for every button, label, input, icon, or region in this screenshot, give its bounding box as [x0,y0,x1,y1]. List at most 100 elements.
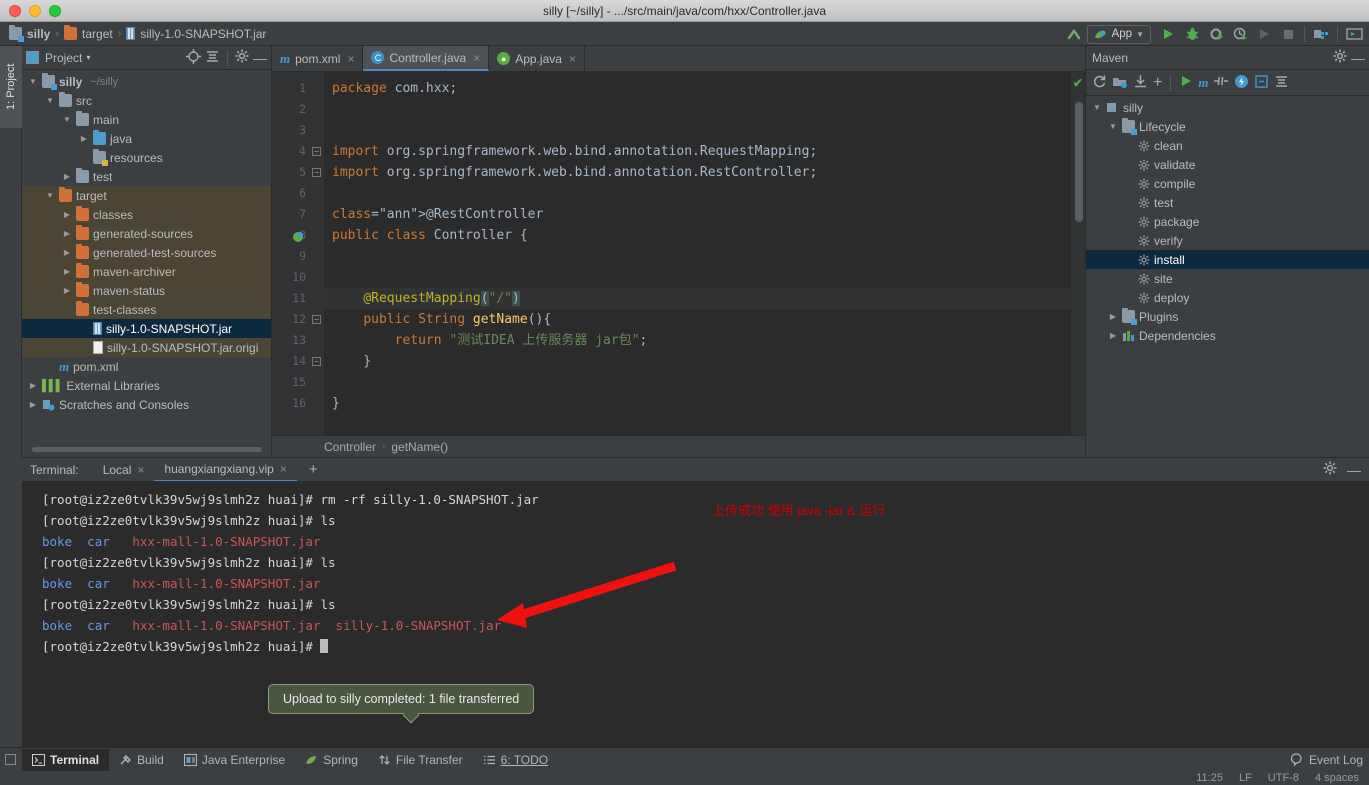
tree-expand-arrow-icon[interactable]: ▶ [62,286,72,295]
profile-button[interactable] [1229,24,1251,44]
maven-tree-item[interactable]: ▶compile [1086,174,1369,193]
collapse-all-icon[interactable] [205,49,220,67]
editor-code-line[interactable]: public class Controller { [324,225,1071,246]
tree-expand-arrow-icon[interactable]: ▶ [28,400,38,409]
status-indent[interactable]: 4 spaces [1315,772,1359,784]
code-fold-icon[interactable]: − [312,315,321,324]
scroll-from-source-icon[interactable] [186,48,201,67]
collapse-all-icon[interactable] [1274,74,1289,92]
tree-expand-arrow-icon[interactable]: ▶ [62,229,72,238]
editor-gutter[interactable]: 1 2 3 4−5− 6 7 8 9 10 11 12− 13 14− 15 16 [272,72,324,435]
terminal-tab-remote[interactable]: huangxiangxiang.vip × [154,458,297,482]
add-maven-project-icon[interactable] [1112,74,1128,92]
breadcrumb-method[interactable]: getName() [391,440,448,454]
gear-icon[interactable] [1333,49,1347,66]
tree-expand-arrow-icon[interactable]: ▼ [62,115,72,124]
tree-expand-arrow-icon[interactable]: ▶ [28,381,38,390]
project-tree-item[interactable]: ▶test-classes [22,300,271,319]
run-with-coverage-button[interactable] [1205,24,1227,44]
gear-icon[interactable] [1323,461,1337,478]
execute-maven-goal-icon[interactable] [1234,74,1249,92]
maven-tree-item[interactable]: ▶deploy [1086,288,1369,307]
editor-code[interactable]: package com.hxx; import org.springframewo… [324,72,1071,435]
plus-icon[interactable]: + [1153,74,1162,90]
maven-tree-item[interactable]: ▶clean [1086,136,1369,155]
expand-icon[interactable] [1254,74,1269,92]
project-tree-item[interactable]: ▶ maven-status [22,281,271,300]
collapse-toolbar-icon[interactable] [1063,24,1085,44]
maven-tree[interactable]: ▼msilly▼Lifecycle▶clean▶validate▶compile… [1086,96,1369,457]
project-horizontal-scrollbar[interactable] [32,447,267,455]
project-tree-item[interactable]: ▶resources [22,148,271,167]
editor-tab-bar[interactable]: m pom.xml × C Controller.java × ● App.java × [272,46,1085,72]
maven-tree-item[interactable]: ▶validate [1086,155,1369,174]
editor-code-line[interactable]: package com.hxx; [324,78,1071,99]
editor-code-line[interactable] [324,372,1071,393]
stop-button[interactable] [1277,24,1299,44]
editor-code-line[interactable]: class="ann">@RestController [324,204,1071,225]
code-fold-icon[interactable]: − [312,168,321,177]
editor-code-line[interactable] [324,120,1071,141]
close-icon[interactable]: × [473,51,480,65]
tree-expand-arrow-icon[interactable]: ▶ [62,248,72,257]
project-tree-item[interactable]: ▶silly-1.0-SNAPSHOT.jar.origi [22,338,271,357]
maven-tree-item[interactable]: ▼ Lifecycle [1086,117,1369,136]
editor-breadcrumbs[interactable]: Controller › getName() [272,435,1085,457]
project-tree-item[interactable]: ▶ ▌▌▌ External Libraries [22,376,271,395]
tree-expand-arrow-icon[interactable]: ▶ [79,134,89,143]
status-line-separator[interactable]: LF [1239,772,1252,784]
tree-expand-arrow-icon[interactable]: ▼ [1092,103,1102,112]
refresh-icon[interactable] [1092,74,1107,92]
tool-tab-file-transfer[interactable]: File Transfer [368,749,473,771]
code-fold-icon[interactable]: − [312,357,321,366]
editor-code-line[interactable]: } [324,351,1071,372]
layout-toggle-button[interactable] [1343,24,1365,44]
maven-tree-item[interactable]: ▶install [1086,250,1369,269]
tree-expand-arrow-icon[interactable]: ▼ [1108,122,1118,131]
tree-expand-arrow-icon[interactable]: ▼ [28,77,38,86]
build-project-button[interactable] [1310,24,1332,44]
tree-expand-arrow-icon[interactable]: ▶ [1108,331,1118,340]
close-icon[interactable]: × [137,463,144,477]
breadcrumb-item-jar[interactable]: silly-1.0-SNAPSHOT.jar [123,27,269,41]
maven-tree-item[interactable]: ▶test [1086,193,1369,212]
editor-code-line[interactable]: public String getName(){ [324,309,1071,330]
run-button[interactable] [1157,24,1179,44]
project-tree-item[interactable]: ▶ java [22,129,271,148]
rerun-button[interactable] [1253,24,1275,44]
project-tree-item[interactable]: ▶ generated-test-sources [22,243,271,262]
tool-tab-java-enterprise[interactable]: Java Enterprise [174,749,295,771]
tool-tab-terminal[interactable]: Terminal [22,748,110,771]
tree-expand-arrow-icon[interactable]: ▶ [62,172,72,181]
project-tree-item[interactable]: ▶ classes [22,205,271,224]
editor-code-line[interactable] [324,267,1071,288]
tree-expand-arrow-icon[interactable]: ▼ [45,191,55,200]
download-sources-icon[interactable] [1133,74,1148,92]
tree-expand-arrow-icon[interactable]: ▶ [62,210,72,219]
editor-code-line[interactable]: @RequestMapping("/") [324,288,1071,309]
editor-code-line[interactable]: return "测试IDEA 上传服务器 jar包"; [324,330,1071,351]
project-tree-item[interactable]: ▼ src [22,91,271,110]
event-log-button[interactable]: Event Log [1290,753,1363,767]
tree-expand-arrow-icon[interactable]: ▶ [62,267,72,276]
editor-marker-bar[interactable]: ✔ [1071,72,1085,435]
chevron-down-icon[interactable]: ▾ [86,53,90,62]
close-icon[interactable]: × [280,462,287,476]
project-tree-item[interactable]: ▶ Scratches and Consoles [22,395,271,414]
maven-tree-item[interactable]: ▶ Plugins [1086,307,1369,326]
status-encoding[interactable]: UTF-8 [1268,772,1299,784]
maven-tree-item[interactable]: ▶verify [1086,231,1369,250]
maven-tree-item[interactable]: ▶site [1086,269,1369,288]
project-tree-item[interactable]: ▶mpom.xml [22,357,271,376]
close-icon[interactable]: × [347,52,354,66]
maven-m-icon[interactable]: m [1198,75,1208,91]
project-tree[interactable]: ▼silly~/silly▼src▼main▶java▶resources ▶te… [22,70,271,445]
tree-expand-arrow-icon[interactable]: ▶ [1108,312,1118,321]
project-tree-item[interactable]: ▼ silly ~/silly [22,72,271,91]
project-tree-item[interactable]: ▼ main [22,110,271,129]
tool-tab-build[interactable]: Build [109,749,174,771]
breadcrumb-class[interactable]: Controller [324,440,376,454]
editor-code-line[interactable] [324,246,1071,267]
editor-code-line[interactable] [324,183,1071,204]
editor-tab[interactable]: C Controller.java × [363,46,490,71]
